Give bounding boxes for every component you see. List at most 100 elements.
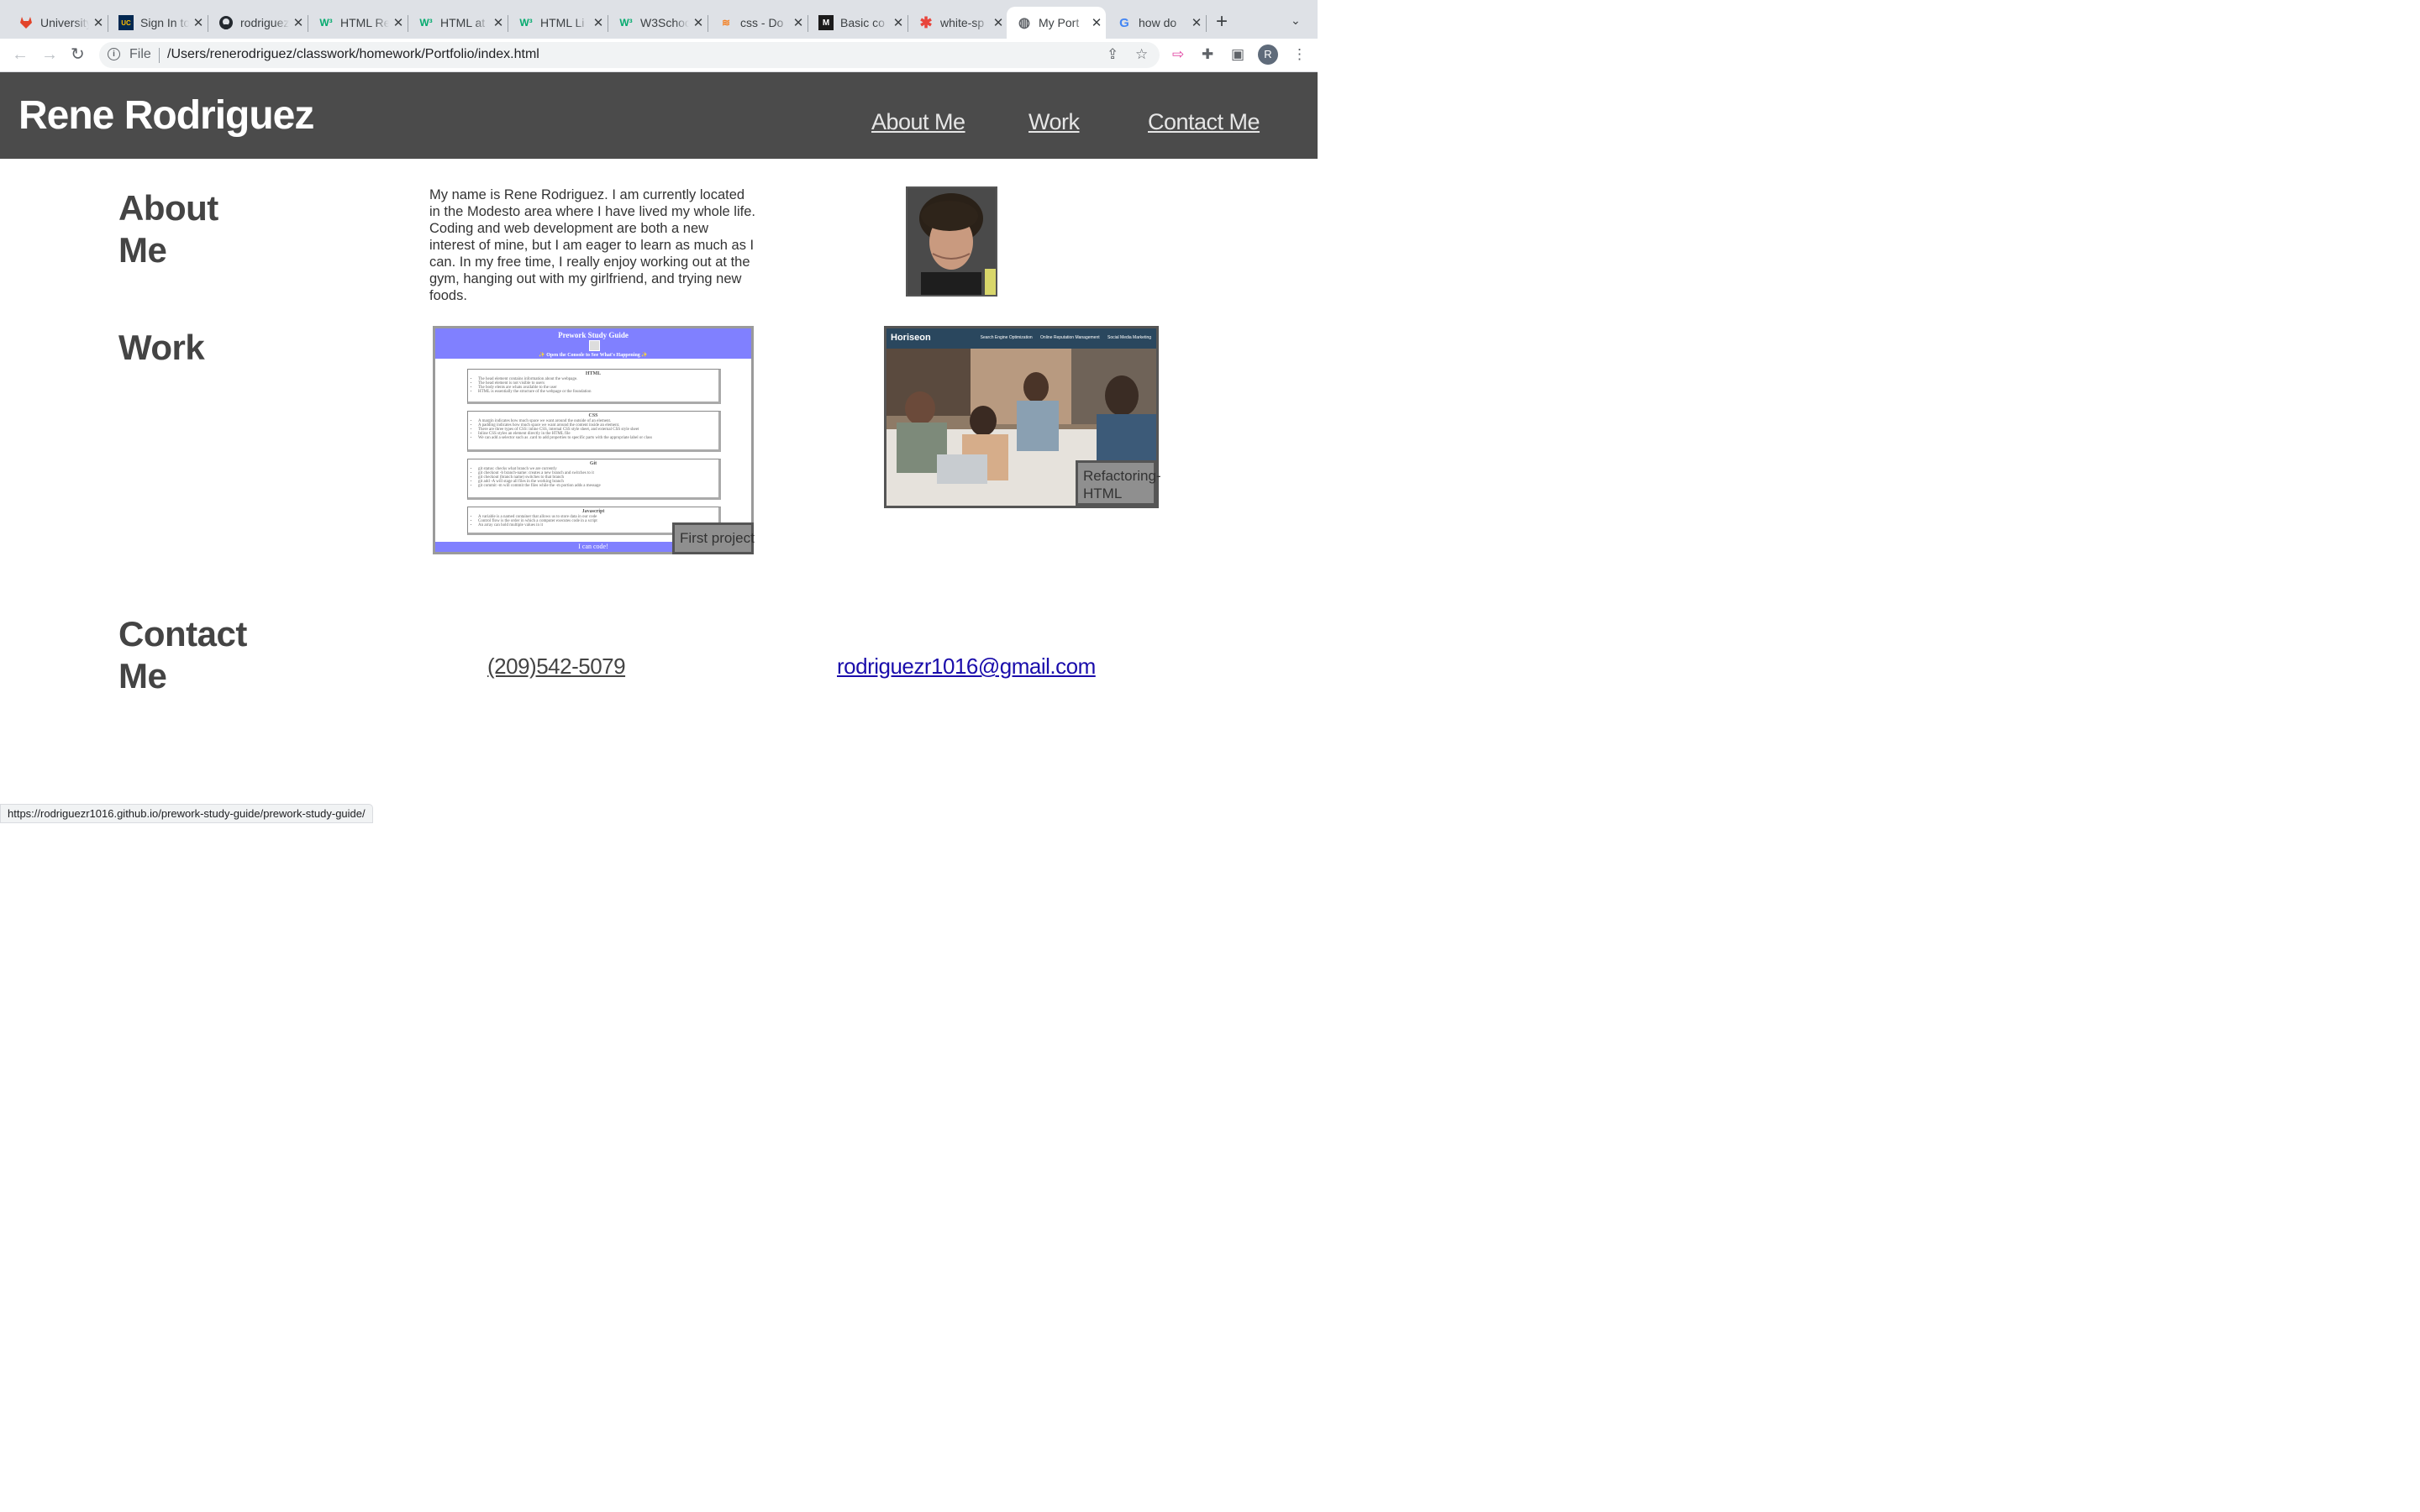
tab-title: HTML Ref bbox=[340, 16, 389, 29]
reload-button[interactable]: ↻ bbox=[71, 45, 85, 64]
address-bar[interactable]: i File /Users/renerodriguez/classwork/ho… bbox=[99, 42, 1160, 68]
site-name: Rene Rodriguez bbox=[18, 93, 314, 138]
caption-line: HTML bbox=[1083, 486, 1123, 501]
preview-title: Prework Study Guide bbox=[558, 331, 629, 339]
nav-about-me[interactable]: About Me bbox=[871, 109, 965, 135]
preview-avatar bbox=[589, 340, 600, 351]
tab-title: My Port bbox=[1039, 16, 1080, 29]
tab-title: css - Do bbox=[740, 16, 784, 29]
preview-nav-item: Online Reputation Management bbox=[1040, 335, 1100, 340]
tab-search-icon[interactable]: ⌄ bbox=[1291, 13, 1301, 28]
preview-section-heading: HTML bbox=[585, 371, 602, 376]
tab-mdn[interactable]: M Basic co ✕ bbox=[808, 7, 908, 39]
status-bar-url: https://rodriguezr1016.github.io/prework… bbox=[0, 804, 373, 823]
email-link[interactable]: rodriguezr1016@gmail.com bbox=[837, 654, 1096, 680]
preview-item: We can add a selector such as .card to a… bbox=[478, 436, 713, 440]
about-heading-line1: About bbox=[118, 188, 218, 228]
share-icon[interactable]: ⇪ bbox=[1107, 46, 1118, 63]
new-tab-button[interactable]: + bbox=[1216, 12, 1228, 32]
puzzle-icon[interactable]: ✚ bbox=[1202, 46, 1213, 63]
tab-gitlab[interactable]: University ✕ bbox=[8, 7, 108, 39]
close-icon[interactable]: ✕ bbox=[989, 15, 1007, 30]
close-icon[interactable]: ✕ bbox=[589, 15, 608, 30]
bookmark-star-icon[interactable]: ☆ bbox=[1135, 46, 1148, 63]
work-heading: Work bbox=[118, 328, 205, 367]
preview-section-git: Git git status: checks what branch we ar… bbox=[467, 459, 721, 500]
close-icon[interactable]: ✕ bbox=[889, 15, 908, 30]
nav-contact-me[interactable]: Contact Me bbox=[1148, 109, 1260, 135]
tab-html-ref[interactable]: W³ HTML Ref ✕ bbox=[308, 7, 408, 39]
preview-nav-item: Search Engine Optimization bbox=[980, 335, 1033, 340]
w3schools-icon: W³ bbox=[619, 17, 633, 29]
close-icon[interactable]: ✕ bbox=[789, 15, 808, 30]
tab-google[interactable]: G how do ✕ bbox=[1107, 7, 1207, 39]
back-button[interactable]: ← bbox=[12, 45, 29, 64]
tab-title: white-sp bbox=[940, 16, 985, 29]
github-icon bbox=[218, 15, 234, 30]
preview-header: Horiseon Search Engine Optimization Onli… bbox=[886, 328, 1156, 349]
tab-title: how do bbox=[1139, 16, 1177, 29]
profile-avatar[interactable]: R bbox=[1258, 45, 1278, 65]
side-panel-icon[interactable]: ▣ bbox=[1231, 46, 1244, 63]
uc-davis-icon: UC bbox=[118, 15, 134, 30]
tab-title: Sign In to bbox=[140, 16, 189, 29]
tab-strip: University ✕ UC Sign In to ✕ rodriguez ✕… bbox=[0, 0, 1318, 39]
tab-html-at[interactable]: W³ HTML at ✕ bbox=[408, 7, 508, 39]
globe-icon: ◍ bbox=[1018, 16, 1030, 30]
close-icon[interactable]: ✕ bbox=[489, 15, 508, 30]
contact-heading-line2: Me bbox=[118, 656, 167, 696]
tab-my-portfolio[interactable]: ◍ My Port ✕ bbox=[1007, 7, 1106, 39]
tab-white-space[interactable]: ✱ white-sp ✕ bbox=[908, 7, 1008, 39]
address-url[interactable]: /Users/renerodriguez/classwork/homework/… bbox=[167, 47, 539, 62]
preview-section-html: HTML The head element contains informati… bbox=[467, 369, 721, 404]
project-caption-first[interactable]: First project bbox=[672, 522, 755, 554]
browser-toolbar: ← → ↻ i File /Users/renerodriguez/classw… bbox=[0, 39, 1318, 72]
project-card-first[interactable]: Prework Study Guide ✨ Open the Console t… bbox=[433, 326, 754, 554]
phone-link[interactable]: (209)542-5079 bbox=[487, 654, 626, 680]
kebab-menu-icon[interactable]: ⋮ bbox=[1292, 46, 1307, 63]
preview-section-css: CSS A margin indicates how much space we… bbox=[467, 411, 721, 452]
tab-title: University bbox=[40, 16, 89, 29]
close-icon[interactable]: ✕ bbox=[89, 15, 108, 30]
mdn-icon: M bbox=[818, 15, 834, 30]
preview-subtitle: ✨ Open the Console to See What's Happeni… bbox=[539, 353, 648, 358]
info-icon[interactable]: i bbox=[108, 48, 120, 60]
tab-title: W3Schools bbox=[640, 16, 689, 29]
tab-html-li[interactable]: W³ HTML Li ✕ bbox=[508, 7, 608, 39]
tab-ucdavis[interactable]: UC Sign In to ✕ bbox=[108, 7, 208, 39]
forward-button[interactable]: → bbox=[41, 45, 58, 64]
google-icon: G bbox=[1119, 15, 1129, 30]
w3schools-icon: W³ bbox=[519, 17, 533, 29]
project-caption-refactoring[interactable]: Refactoring- HTML bbox=[1076, 460, 1161, 506]
contact-heading: Contact Me bbox=[118, 613, 247, 697]
scheme-label: File bbox=[129, 47, 151, 61]
gitlab-icon bbox=[18, 15, 34, 30]
close-icon[interactable]: ✕ bbox=[1087, 15, 1106, 30]
nav-work[interactable]: Work bbox=[1028, 109, 1080, 135]
preview-nav-item: Social Media Marketing bbox=[1107, 335, 1151, 340]
about-heading: About Me bbox=[118, 187, 218, 271]
tab-stackoverflow[interactable]: ≋ css - Do ✕ bbox=[708, 7, 808, 39]
close-icon[interactable]: ✕ bbox=[689, 15, 708, 30]
tab-github[interactable]: rodriguez ✕ bbox=[208, 7, 308, 39]
tab-w3schools[interactable]: W³ W3Schools ✕ bbox=[608, 7, 708, 39]
profile-photo bbox=[906, 186, 997, 297]
about-heading-line2: Me bbox=[118, 230, 167, 270]
tab-title: HTML Li bbox=[540, 16, 585, 29]
extension-arrow-icon[interactable]: ⇨ bbox=[1172, 46, 1184, 63]
about-text: My name is Rene Rodriguez. I am currentl… bbox=[429, 187, 755, 303]
preview-brand: Horiseon bbox=[891, 333, 931, 343]
preview-item: git commit -m will commit the files whil… bbox=[478, 484, 713, 488]
preview-section-heading: Javascript bbox=[581, 509, 605, 514]
close-icon[interactable]: ✕ bbox=[1187, 15, 1206, 30]
tab-title: Basic co bbox=[840, 16, 885, 29]
close-icon[interactable]: ✕ bbox=[389, 15, 408, 30]
w3schools-icon: W³ bbox=[419, 17, 433, 29]
tab-title: HTML at bbox=[440, 16, 486, 29]
w3schools-icon: W³ bbox=[319, 17, 333, 29]
preview-nav: Search Engine Optimization Online Reputa… bbox=[974, 335, 1151, 340]
close-icon[interactable]: ✕ bbox=[189, 15, 208, 30]
close-icon[interactable]: ✕ bbox=[289, 15, 308, 30]
preview-section-heading: Git bbox=[589, 461, 597, 466]
stackoverflow-icon: ≋ bbox=[721, 17, 731, 29]
